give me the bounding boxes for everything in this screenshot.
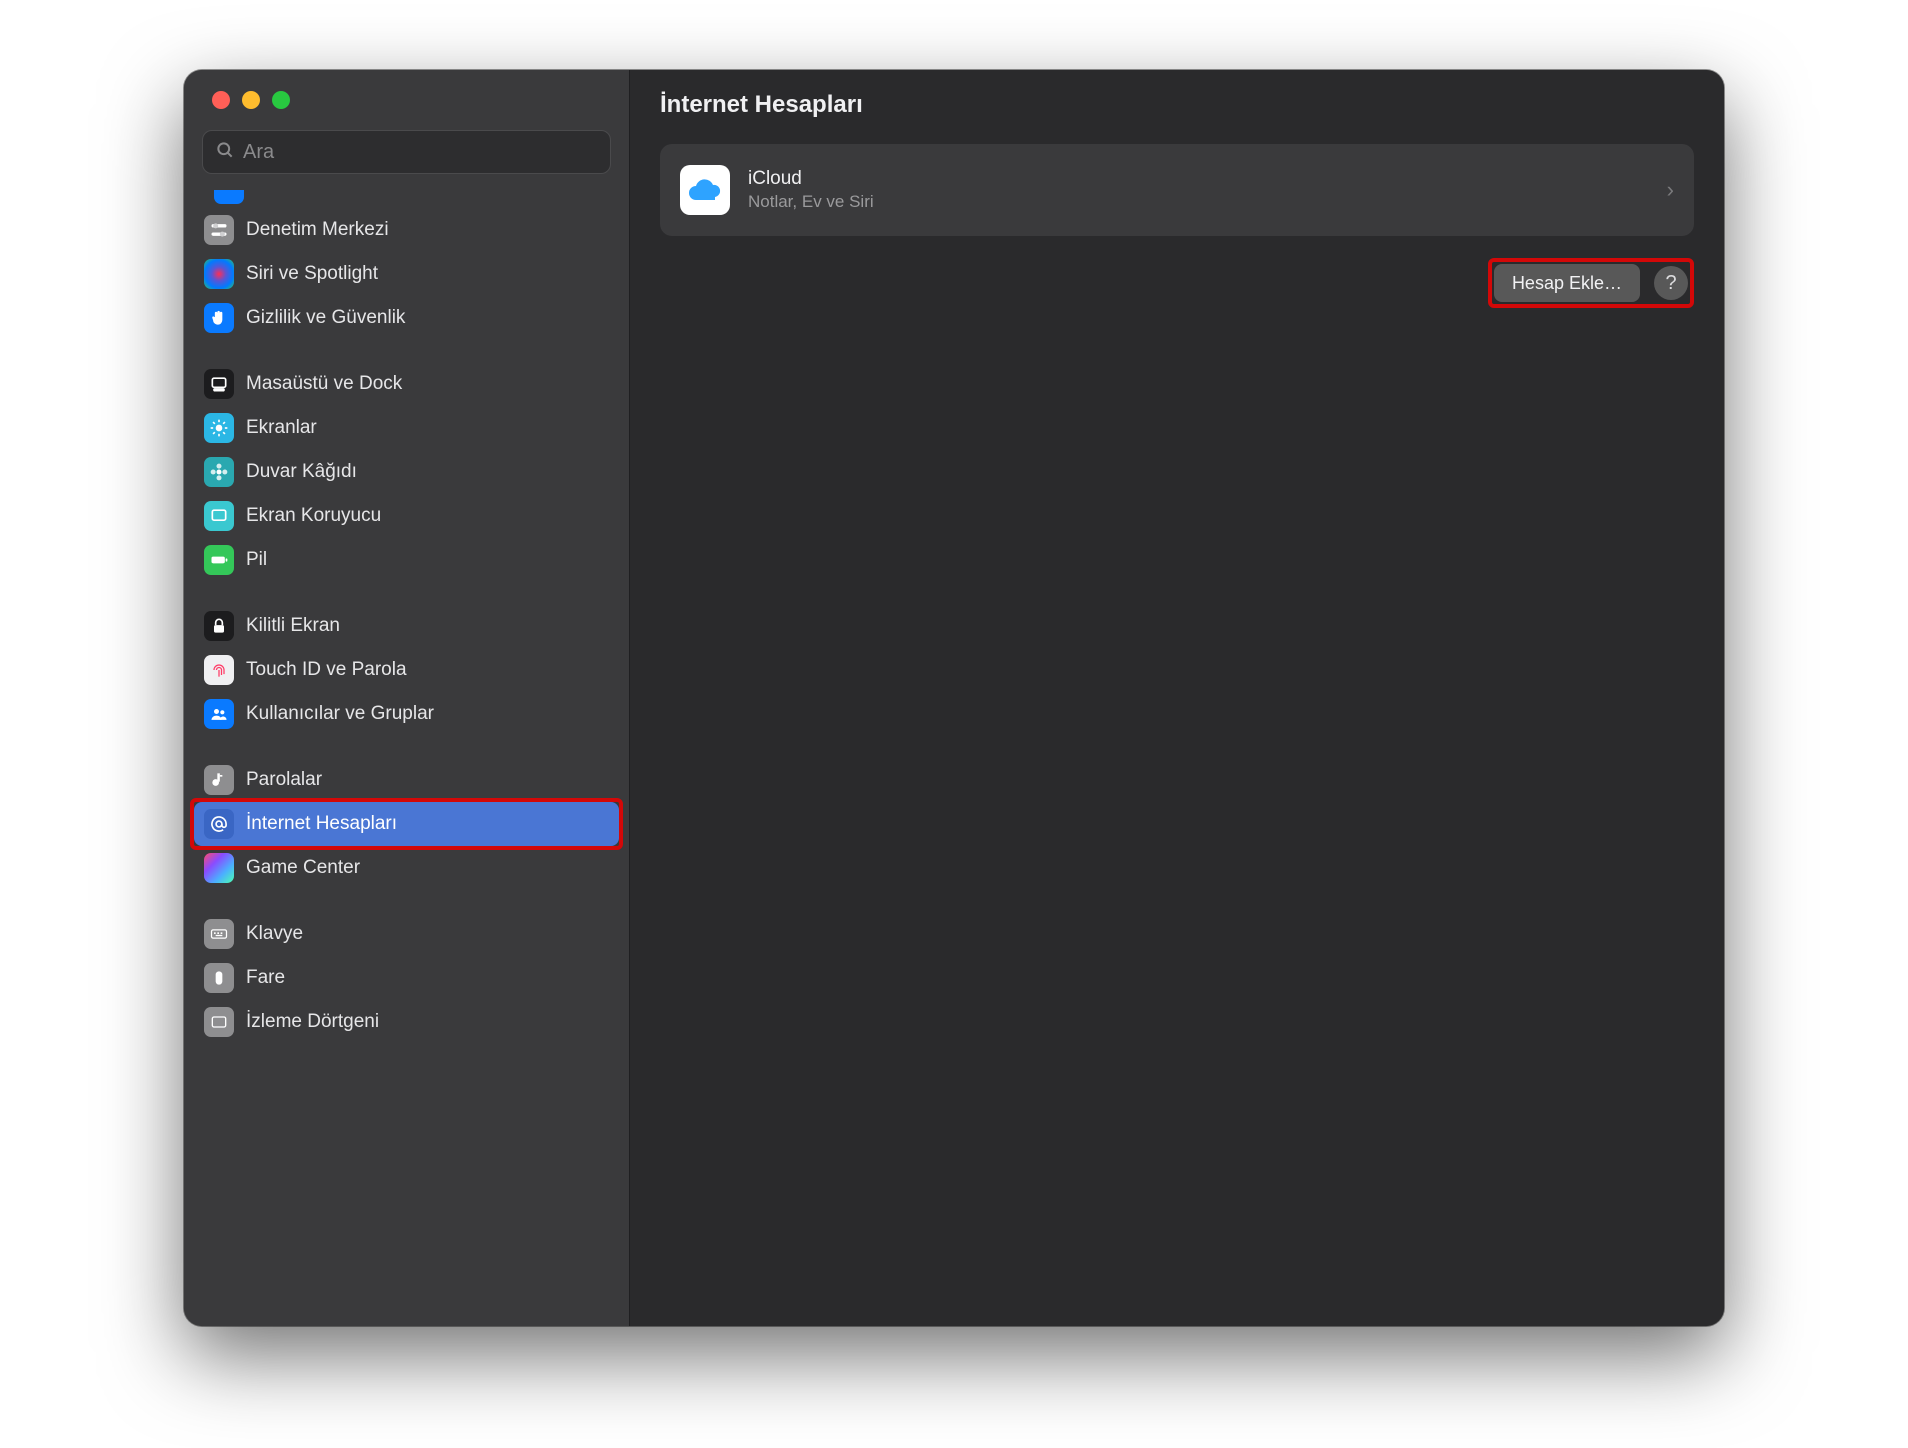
help-button[interactable]: ? (1654, 266, 1688, 300)
maximize-button[interactable] (272, 91, 290, 109)
sidebar-item-desktop-dock[interactable]: Masaüstü ve Dock (194, 362, 619, 406)
sidebar-item-wallpaper[interactable]: Duvar Kâğıdı (194, 450, 619, 494)
sidebar-item-label: Game Center (246, 857, 360, 879)
battery-icon (204, 545, 234, 575)
account-subtitle: Notlar, Ev ve Siri (748, 192, 1649, 212)
lock-icon (204, 611, 234, 641)
sidebar-item-label: Fare (246, 967, 285, 989)
settings-window: Denetim Merkezi Siri ve Spotlight Gizlil… (184, 70, 1724, 1326)
group-divider (194, 736, 619, 758)
sidebar-item-label: Duvar Kâğıdı (246, 461, 357, 483)
search-icon (215, 140, 235, 165)
page-title: İnternet Hesapları (660, 91, 863, 119)
sidebar-item-label: Masaüstü ve Dock (246, 373, 402, 395)
sidebar-list[interactable]: Denetim Merkezi Siri ve Spotlight Gizlil… (184, 184, 629, 1326)
sun-icon (204, 413, 234, 443)
hand-icon (204, 303, 234, 333)
sidebar-item-label: Gizlilik ve Güvenlik (246, 307, 405, 329)
sliders-icon (204, 215, 234, 245)
sidebar-item-displays[interactable]: Ekranlar (194, 406, 619, 450)
sidebar-item-label: İzleme Dörtgeni (246, 1011, 379, 1033)
sidebar-item-label: Klavye (246, 923, 303, 945)
sidebar-item-label: Denetim Merkezi (246, 219, 389, 241)
sidebar-item-label: Ekranlar (246, 417, 317, 439)
sidebar-item-passwords[interactable]: Parolalar (194, 758, 619, 802)
fingerprint-icon (204, 655, 234, 685)
sidebar-item-label: Ekran Koruyucu (246, 505, 381, 527)
sidebar-item-partial[interactable] (204, 190, 609, 204)
sidebar-item-label: İnternet Hesapları (246, 813, 397, 835)
actions-row: Hesap Ekle… ? (660, 258, 1694, 308)
sidebar-item-battery[interactable]: Pil (194, 538, 619, 582)
keyboard-icon (204, 919, 234, 949)
trackpad-icon (204, 1007, 234, 1037)
account-title: iCloud (748, 168, 1649, 190)
search-container (184, 130, 629, 184)
sidebar-item-siri[interactable]: Siri ve Spotlight (194, 252, 619, 296)
gamecenter-icon (204, 853, 234, 883)
dock-icon (204, 369, 234, 399)
sidebar-item-touchid[interactable]: Touch ID ve Parola (194, 648, 619, 692)
minimize-button[interactable] (242, 91, 260, 109)
search-field[interactable] (202, 130, 611, 174)
sidebar-item-lock-screen[interactable]: Kilitli Ekran (194, 604, 619, 648)
sidebar-item-internet-accounts[interactable]: İnternet Hesapları (194, 802, 619, 846)
group-divider (194, 582, 619, 604)
window-controls (184, 70, 629, 130)
sidebar-item-label: Pil (246, 549, 267, 571)
screensaver-icon (204, 501, 234, 531)
at-icon (204, 809, 234, 839)
sidebar: Denetim Merkezi Siri ve Spotlight Gizlil… (184, 70, 630, 1326)
close-button[interactable] (212, 91, 230, 109)
sidebar-item-mouse[interactable]: Fare (194, 956, 619, 1000)
sidebar-item-control-center[interactable]: Denetim Merkezi (194, 208, 619, 252)
account-text: iCloud Notlar, Ev ve Siri (748, 168, 1649, 212)
sidebar-item-privacy[interactable]: Gizlilik ve Güvenlik (194, 296, 619, 340)
annotation-highlight-sidebar: İnternet Hesapları (190, 798, 623, 850)
sidebar-item-keyboard[interactable]: Klavye (194, 912, 619, 956)
sidebar-item-screensaver[interactable]: Ekran Koruyucu (194, 494, 619, 538)
group-divider (194, 340, 619, 362)
generic-icon (214, 190, 244, 204)
main-content: İnternet Hesapları iCloud Notlar, Ev ve … (630, 70, 1724, 1326)
sidebar-item-label: Siri ve Spotlight (246, 263, 378, 285)
sidebar-item-trackpad[interactable]: İzleme Dörtgeni (194, 1000, 619, 1044)
sidebar-item-label: Parolalar (246, 769, 322, 791)
sidebar-item-label: Kullanıcılar ve Gruplar (246, 703, 434, 725)
account-row-icloud[interactable]: iCloud Notlar, Ev ve Siri › (660, 144, 1694, 236)
key-icon (204, 765, 234, 795)
sidebar-item-label: Touch ID ve Parola (246, 659, 407, 681)
users-icon (204, 699, 234, 729)
sidebar-item-game-center[interactable]: Game Center (194, 846, 619, 890)
group-divider (194, 890, 619, 912)
sidebar-item-users-groups[interactable]: Kullanıcılar ve Gruplar (194, 692, 619, 736)
icloud-icon (680, 165, 730, 215)
mouse-icon (204, 963, 234, 993)
search-input[interactable] (243, 141, 598, 164)
annotation-highlight-actions: Hesap Ekle… ? (1488, 258, 1694, 308)
main-header: İnternet Hesapları (630, 70, 1724, 140)
chevron-right-icon: › (1667, 177, 1674, 203)
siri-icon (204, 259, 234, 289)
flower-icon (204, 457, 234, 487)
sidebar-item-label: Kilitli Ekran (246, 615, 340, 637)
add-account-button[interactable]: Hesap Ekle… (1494, 264, 1640, 302)
